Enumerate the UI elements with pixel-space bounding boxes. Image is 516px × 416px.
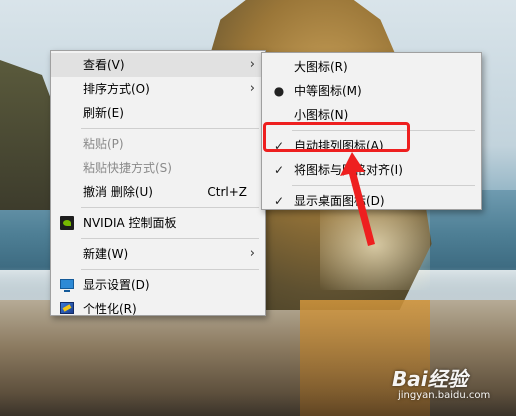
menu-item-label: 刷新(E): [83, 106, 124, 120]
menu-item-label: NVIDIA 控制面板: [83, 216, 177, 230]
annotation-highlight-box: [263, 122, 410, 152]
chevron-right-icon: ›: [249, 57, 255, 72]
watermark-site: jingyan.baidu.com: [398, 390, 491, 401]
menu-item-label: 个性化(R): [83, 302, 137, 316]
menu-separator: [81, 207, 259, 208]
baidu-jingyan-watermark: Bai经验 jingyan.baidu.com: [392, 368, 490, 402]
menu-item-refresh[interactable]: 刷新(E): [51, 101, 265, 125]
menu-separator: [81, 238, 259, 239]
menu-item-sort-by[interactable]: 排序方式(O) ›: [51, 77, 265, 101]
menu-item-paste[interactable]: 粘贴(P): [51, 132, 265, 156]
menu-item-new[interactable]: 新建(W) ›: [51, 242, 265, 266]
menu-separator: [81, 269, 259, 270]
menu-item-label: 粘贴(P): [83, 137, 124, 151]
chevron-right-icon: ›: [249, 81, 255, 96]
display-icon: [60, 279, 74, 292]
submenu-item-large-icons[interactable]: 大图标(R): [262, 55, 481, 79]
desktop-context-menu: 查看(V) › 排序方式(O) › 刷新(E) 粘贴(P) 粘贴快捷方式(S) …: [50, 50, 266, 316]
check-icon: ✓: [273, 163, 285, 177]
watermark-brand: Bai经验: [392, 367, 468, 391]
menu-item-label: 显示设置(D): [83, 278, 150, 292]
personalize-icon: [60, 302, 74, 314]
menu-item-label: 粘贴快捷方式(S): [83, 161, 172, 175]
menu-item-label: 排序方式(O): [83, 82, 150, 96]
menu-item-nvidia-control-panel[interactable]: NVIDIA 控制面板: [51, 211, 265, 235]
submenu-item-medium-icons[interactable]: ● 中等图标(M): [262, 79, 481, 103]
check-icon: ✓: [273, 194, 285, 208]
submenu-item-label: 大图标(R): [294, 60, 348, 74]
radio-bullet-icon: ●: [273, 84, 285, 98]
menu-item-personalize[interactable]: 个性化(R): [51, 297, 265, 321]
submenu-item-label: 中等图标(M): [294, 84, 362, 98]
menu-separator: [81, 128, 259, 129]
annotation-arrow-icon: [340, 152, 375, 246]
menu-item-paste-shortcut[interactable]: 粘贴快捷方式(S): [51, 156, 265, 180]
nvidia-icon: [60, 216, 74, 230]
menu-item-undo-delete[interactable]: 撤消 删除(U) Ctrl+Z: [51, 180, 265, 204]
menu-item-label: 新建(W): [83, 247, 129, 261]
menu-item-shortcut: Ctrl+Z: [207, 185, 247, 199]
menu-item-label: 撤消 删除(U): [83, 185, 153, 199]
menu-item-display-settings[interactable]: 显示设置(D): [51, 273, 265, 297]
chevron-right-icon: ›: [249, 246, 255, 261]
menu-item-view[interactable]: 查看(V) ›: [51, 53, 265, 77]
menu-item-label: 查看(V): [83, 58, 125, 72]
